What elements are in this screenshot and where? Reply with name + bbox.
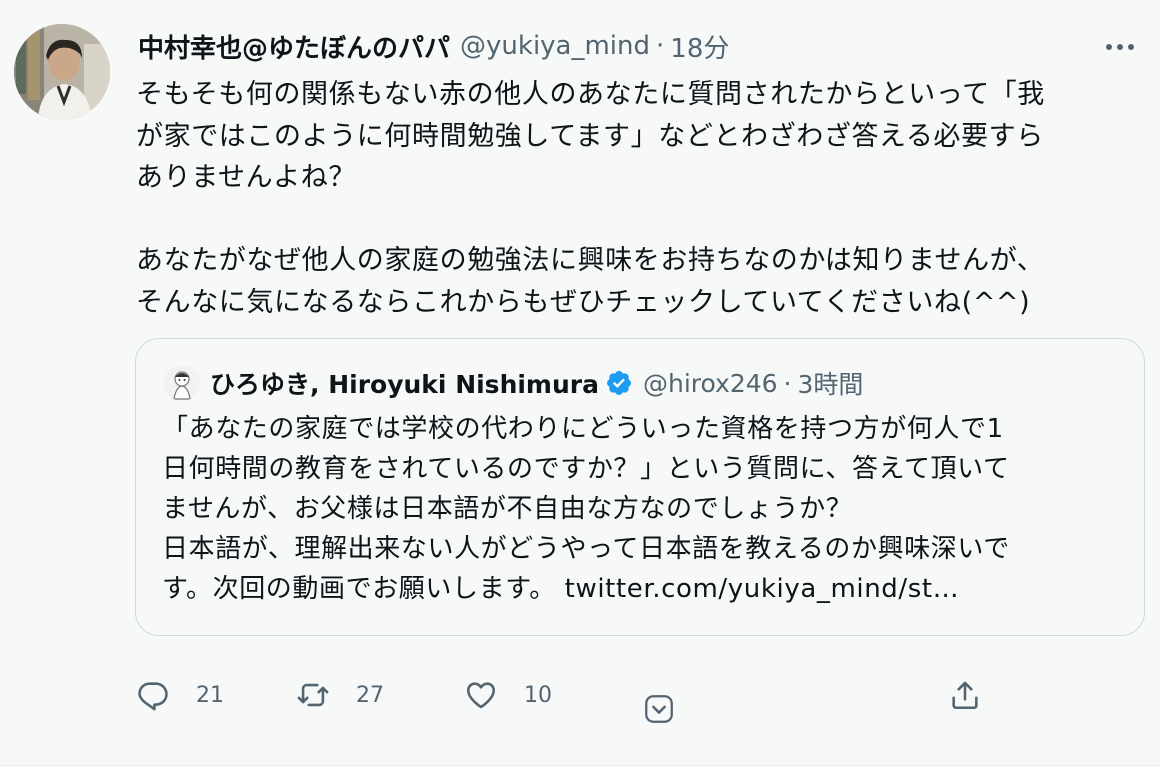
quoted-author-handle: @hirox246	[642, 368, 778, 398]
author-avatar-image	[14, 24, 110, 120]
tweet[interactable]: 中村幸也@ゆたぼんのパパ @yukiya_mind · 18分 そもそも何の関係…	[0, 0, 1160, 766]
chevron-down-icon	[645, 695, 673, 723]
tweet-text-line: そもそも何の関係もない赤の他人のあなたに質問されたからといって「我	[136, 79, 1045, 110]
reply-icon	[138, 682, 168, 711]
quoted-author-display-name: ひろゆき, Hiroyuki Nishimura	[210, 370, 599, 399]
quoted-text-line: ませんが、お父様は日本語が不自由な方なのでしょうか？	[162, 494, 853, 524]
quoted-tweet[interactable]: ひろゆき, Hiroyuki Nishimura @hirox246 · 3時間…	[135, 338, 1145, 636]
tweet-actions: 21 27 10	[136, 672, 1136, 723]
tweet-timestamp[interactable]: 18分	[670, 28, 729, 65]
author-handle[interactable]: @yukiya_mind	[460, 31, 650, 61]
quoted-tweet-timestamp: 3時間	[797, 370, 864, 399]
quoted-text-line: 日何時間の教育をされているのですか？」という質問に、答えて頂いて	[162, 454, 1010, 484]
author-display-name[interactable]: 中村幸也@ゆたぼんのパパ	[138, 28, 450, 65]
retweet-button[interactable]: 27	[296, 672, 384, 718]
share-icon	[952, 681, 978, 710]
share-button[interactable]	[948, 672, 982, 718]
quoted-text-line: 「あなたの家庭では学校の代わりにどういった資格を持つ方が何人で1	[162, 414, 1004, 444]
more-horizontal-icon	[1106, 44, 1134, 50]
like-button[interactable]: 10	[464, 672, 552, 718]
tweet-header: 中村幸也@ゆたぼんのパパ @yukiya_mind · 18分	[138, 26, 729, 66]
quoted-tweet-text: 「あなたの家庭では学校の代わりにどういった資格を持つ方が何人で1 日何時間の教育…	[162, 409, 1122, 609]
author-avatar[interactable]	[14, 24, 110, 120]
quoted-header-separator: ·	[783, 368, 792, 398]
tweet-text-line: が家ではこのように何時間勉強してます」などとわざわざ答える必要すら	[136, 120, 1044, 152]
quoted-tweet-header: ひろゆき, Hiroyuki Nishimura @hirox246 · 3時間	[164, 365, 863, 401]
like-count: 10	[524, 682, 552, 708]
reply-count: 21	[196, 682, 224, 708]
caret-button[interactable]	[642, 686, 676, 732]
retweet-icon	[297, 683, 329, 707]
reply-button[interactable]: 21	[136, 672, 224, 718]
tweet-text: そもそも何の関係もない赤の他人のあなたに質問されたからといって「我 が家ではこの…	[136, 74, 1136, 323]
retweet-count: 27	[356, 682, 384, 708]
tweet-text-line: そんなに気になるならこれからもぜひチェックしていてくださいね(^^)	[136, 286, 1031, 318]
quoted-text-line: す。次回の動画でお願いします。 twitter.com/yukiya_mind/…	[162, 574, 960, 604]
heart-icon	[466, 682, 496, 709]
tweet-text-line: あなたがなぜ他人の家庭の勉強法に興味をお持ちなのかは知りませんが、	[136, 245, 1045, 276]
tweet-text-line: ありませんよね？	[136, 162, 356, 193]
quoted-author-avatar	[164, 365, 200, 401]
quoted-text-line: 日本語が、理解出来ない人がどうやって日本語を教えるのか興味深いで	[162, 534, 1010, 564]
quoted-author-avatar-image	[164, 365, 200, 401]
header-separator: ·	[656, 31, 665, 61]
verified-badge-icon	[605, 369, 633, 397]
more-options-button[interactable]	[1100, 32, 1140, 62]
